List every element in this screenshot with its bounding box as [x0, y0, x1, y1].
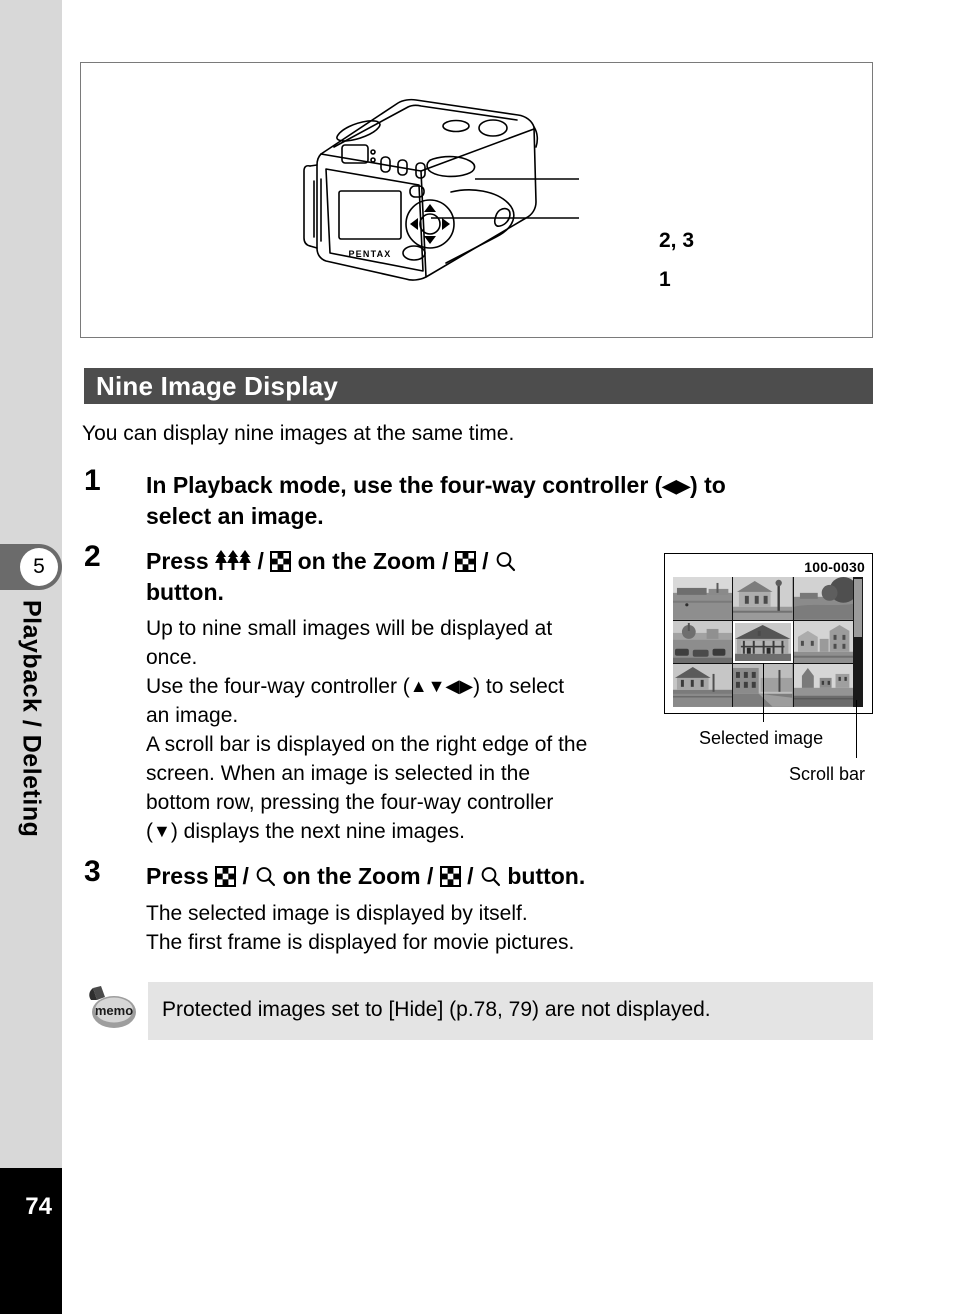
- step-3-heading-part-a: Press: [146, 863, 216, 889]
- camera-illustration: PENTAX: [303, 98, 539, 281]
- wide-trees-icon: [215, 550, 252, 570]
- scroll-bar-track[interactable]: [853, 577, 863, 707]
- thumbnail-1[interactable]: [673, 577, 733, 620]
- step-3-heading-sep-2: /: [460, 863, 480, 889]
- thumbnail-4[interactable]: [673, 620, 733, 664]
- magnifier-icon: [496, 552, 516, 572]
- step-2-heading: Press / on the Zoom / / button.: [146, 546, 706, 608]
- nine-image-grid-icon: [454, 551, 476, 572]
- step-3-heading: Press / on the Zoom / / button.: [146, 861, 886, 892]
- scroll-bar-thumb[interactable]: [854, 579, 862, 637]
- step-2-body-line-5: A scroll bar is displayed on the right e…: [146, 733, 588, 756]
- thumbnail-7[interactable]: [673, 664, 733, 707]
- step-2-body-line-4: an image.: [146, 704, 239, 727]
- magnifier-icon: [256, 867, 276, 887]
- step-3-number: 3: [84, 855, 101, 888]
- step-1-heading-part-c: select an image.: [146, 503, 324, 529]
- step-2-heading-sep-2: /: [475, 548, 495, 574]
- file-number-label: 100-0030: [804, 559, 865, 575]
- memo-note-box: Protected images set to [Hide] (p.78, 79…: [148, 982, 873, 1040]
- callout-label-zoom-button: 2, 3: [659, 229, 695, 252]
- step-2-body-line-3a: Use the four-way controller (: [146, 675, 410, 698]
- step-2-body: Up to nine small images will be displaye…: [146, 614, 666, 846]
- step-2-heading-part-a: Press: [146, 548, 216, 574]
- page-title: Nine Image Display: [96, 370, 339, 401]
- step-2-number: 2: [84, 540, 101, 573]
- leader-line-scroll-bar: [856, 700, 857, 758]
- step-2-body-line-3b: ) to select: [473, 675, 565, 698]
- thumbnail-3[interactable]: [793, 577, 853, 620]
- step-3-heading-part-e: button.: [500, 863, 586, 889]
- step-3-body-line-2: The first frame is displayed for movie p…: [146, 931, 575, 954]
- step-3-body: The selected image is displayed by itsel…: [146, 899, 886, 957]
- memo-icon-label: memo: [95, 1003, 133, 1018]
- leader-line-selected-image: [763, 660, 764, 722]
- step-1-number: 1: [84, 464, 101, 497]
- page-number: 74: [25, 1193, 52, 1220]
- thumbnail-2[interactable]: [733, 577, 793, 620]
- right-arrow-icon: ▶: [459, 676, 474, 696]
- chapter-number-badge: 5: [20, 548, 58, 586]
- annotation-selected-image: Selected image: [699, 728, 824, 748]
- thumbnail-5-selected[interactable]: [733, 620, 793, 664]
- step-1-heading-part-a: In Playback mode, use the four-way contr…: [146, 472, 663, 498]
- chapter-rail: 5 Playback / Deleting 74: [0, 0, 62, 1314]
- step-1-heading: In Playback mode, use the four-way contr…: [146, 470, 886, 532]
- down-arrow-icon: ▼: [153, 821, 171, 841]
- step-1: 1 In Playback mode, use the four-way con…: [84, 464, 874, 529]
- down-arrow-icon: ▼: [427, 676, 446, 696]
- step-1-heading-part-b: ) to: [690, 472, 726, 498]
- step-2-body-line-1: Up to nine small images will be displaye…: [146, 617, 553, 640]
- section-intro-text: You can display nine images at the same …: [82, 422, 515, 445]
- step-2-heading-sep-1: /: [251, 548, 271, 574]
- thumbnail-6[interactable]: [793, 620, 853, 664]
- nine-image-grid-icon: [270, 551, 292, 572]
- step-2-body-line-8b: ) displays the next nine images.: [170, 820, 465, 843]
- step-2-body-line-2: once.: [146, 646, 198, 669]
- chapter-label: Playback / Deleting: [0, 600, 62, 930]
- left-arrow-icon: ◀: [445, 676, 460, 696]
- nine-image-screen: [673, 577, 863, 707]
- memo-note-text: Protected images set to [Hide] (p.78, 79…: [162, 998, 711, 1021]
- step-3-body-line-1: The selected image is displayed by itsel…: [146, 902, 528, 925]
- annotation-scroll-bar: Scroll bar: [789, 764, 866, 784]
- chapter-label-text: Playback / Deleting: [17, 600, 46, 838]
- callout-label-four-way-controller: 1: [659, 268, 671, 291]
- page-number-block: 74: [0, 1168, 62, 1314]
- nine-image-display-figure: 100-0030: [664, 553, 873, 714]
- left-arrow-icon: ◀: [662, 476, 677, 496]
- magnifier-icon: [481, 867, 501, 887]
- step-3-heading-sep-1: /: [236, 863, 256, 889]
- step-3-heading-part-c: on the Zoom /: [276, 863, 440, 889]
- chapter-tab: 5: [0, 544, 62, 590]
- step-2-body-line-8a: (: [146, 820, 153, 843]
- camera-brand-text: PENTAX: [348, 249, 391, 259]
- memo-icon: memo: [89, 986, 136, 1028]
- up-arrow-icon: ▲: [409, 676, 428, 696]
- right-arrow-icon: ▶: [676, 476, 691, 496]
- nine-image-grid-icon: [215, 866, 237, 887]
- section-header-bar: Nine Image Display: [84, 368, 873, 404]
- thumbnail-9[interactable]: [793, 664, 853, 707]
- nine-image-grid-icon: [439, 866, 461, 887]
- camera-illustration-box: PENTAX 2, 3 1: [80, 62, 873, 338]
- step-2-heading-part-c: on the Zoom /: [291, 548, 455, 574]
- step-2-body-line-7: bottom row, pressing the four-way contro…: [146, 791, 554, 814]
- step-2-body-line-6: screen. When an image is selected in the: [146, 762, 531, 785]
- step-2-heading-part-e: button.: [146, 579, 224, 605]
